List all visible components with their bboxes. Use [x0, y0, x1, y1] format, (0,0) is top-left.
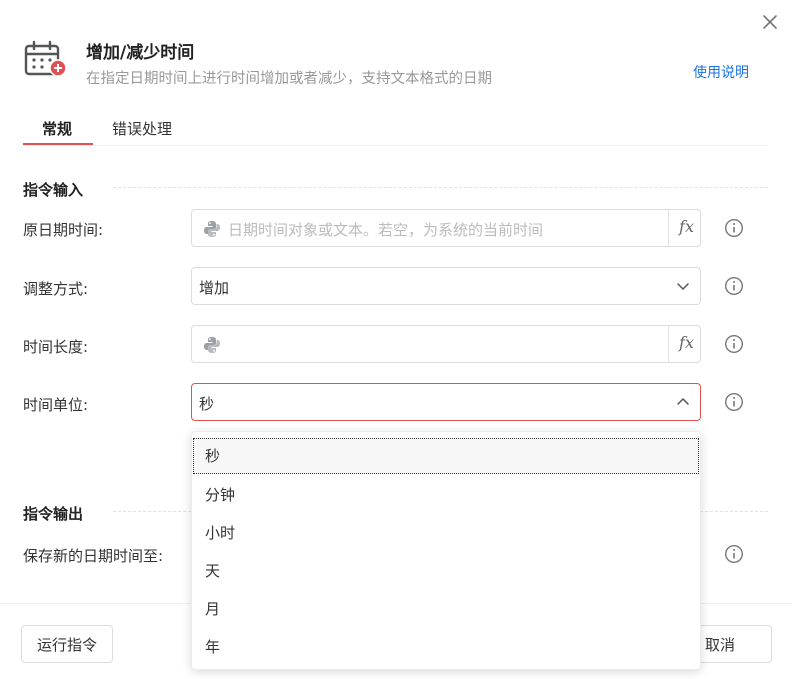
time-unit-dropdown: 秒 分钟 小时 天 月 年: [191, 431, 701, 670]
chevron-down-icon: [677, 283, 689, 290]
tab-error-handling[interactable]: 错误处理: [112, 118, 172, 139]
duration-input[interactable]: fx: [191, 325, 701, 363]
section-title-input: 指令输入: [23, 181, 84, 199]
dropdown-option-second[interactable]: 秒: [193, 438, 699, 474]
tab-general[interactable]: 常规: [42, 118, 72, 139]
help-link[interactable]: 使用说明: [693, 62, 749, 82]
page-subtitle: 在指定日期时间上进行时间增加或者减少，支持文本格式的日期: [86, 71, 492, 87]
chevron-up-icon: [677, 398, 689, 405]
dropdown-option-day[interactable]: 天: [192, 552, 700, 590]
original-datetime-placeholder: 日期时间对象或文本。若空，为系统的当前时间: [228, 221, 544, 239]
python-icon: [204, 221, 220, 237]
info-icon[interactable]: [724, 392, 744, 412]
label-original-datetime: 原日期时间:: [23, 221, 104, 239]
time-unit-select[interactable]: 秒: [191, 383, 701, 421]
info-icon[interactable]: [724, 276, 744, 296]
label-duration: 时间长度:: [23, 338, 89, 356]
info-icon[interactable]: [724, 218, 744, 238]
info-icon[interactable]: [724, 544, 744, 564]
calendar-plus-icon: [24, 40, 67, 77]
adjust-mode-select[interactable]: 增加: [191, 267, 701, 305]
close-icon[interactable]: [760, 12, 780, 32]
label-save-datetime: 保存新的日期时间至:: [23, 547, 164, 565]
fx-button[interactable]: fx: [679, 217, 694, 236]
section-divider: [113, 187, 768, 188]
page-title: 增加/减少时间: [86, 43, 195, 63]
dropdown-option-hour[interactable]: 小时: [192, 514, 700, 552]
tab-divider: [23, 145, 768, 146]
dropdown-option-year[interactable]: 年: [192, 628, 700, 666]
run-command-button[interactable]: 运行指令: [21, 625, 113, 663]
dropdown-option-minute[interactable]: 分钟: [192, 476, 700, 514]
dropdown-option-month[interactable]: 月: [192, 590, 700, 628]
fx-separator: [668, 210, 669, 246]
original-datetime-input[interactable]: 日期时间对象或文本。若空，为系统的当前时间 fx: [191, 209, 701, 247]
adjust-mode-value: 增加: [199, 279, 230, 297]
time-unit-value: 秒: [199, 395, 215, 413]
python-icon: [204, 337, 220, 353]
fx-button[interactable]: fx: [679, 333, 694, 352]
info-icon[interactable]: [724, 334, 744, 354]
fx-separator: [668, 326, 669, 362]
section-title-output: 指令输出: [23, 505, 84, 523]
label-time-unit: 时间单位:: [23, 396, 89, 414]
label-adjust-mode: 调整方式:: [23, 280, 89, 298]
